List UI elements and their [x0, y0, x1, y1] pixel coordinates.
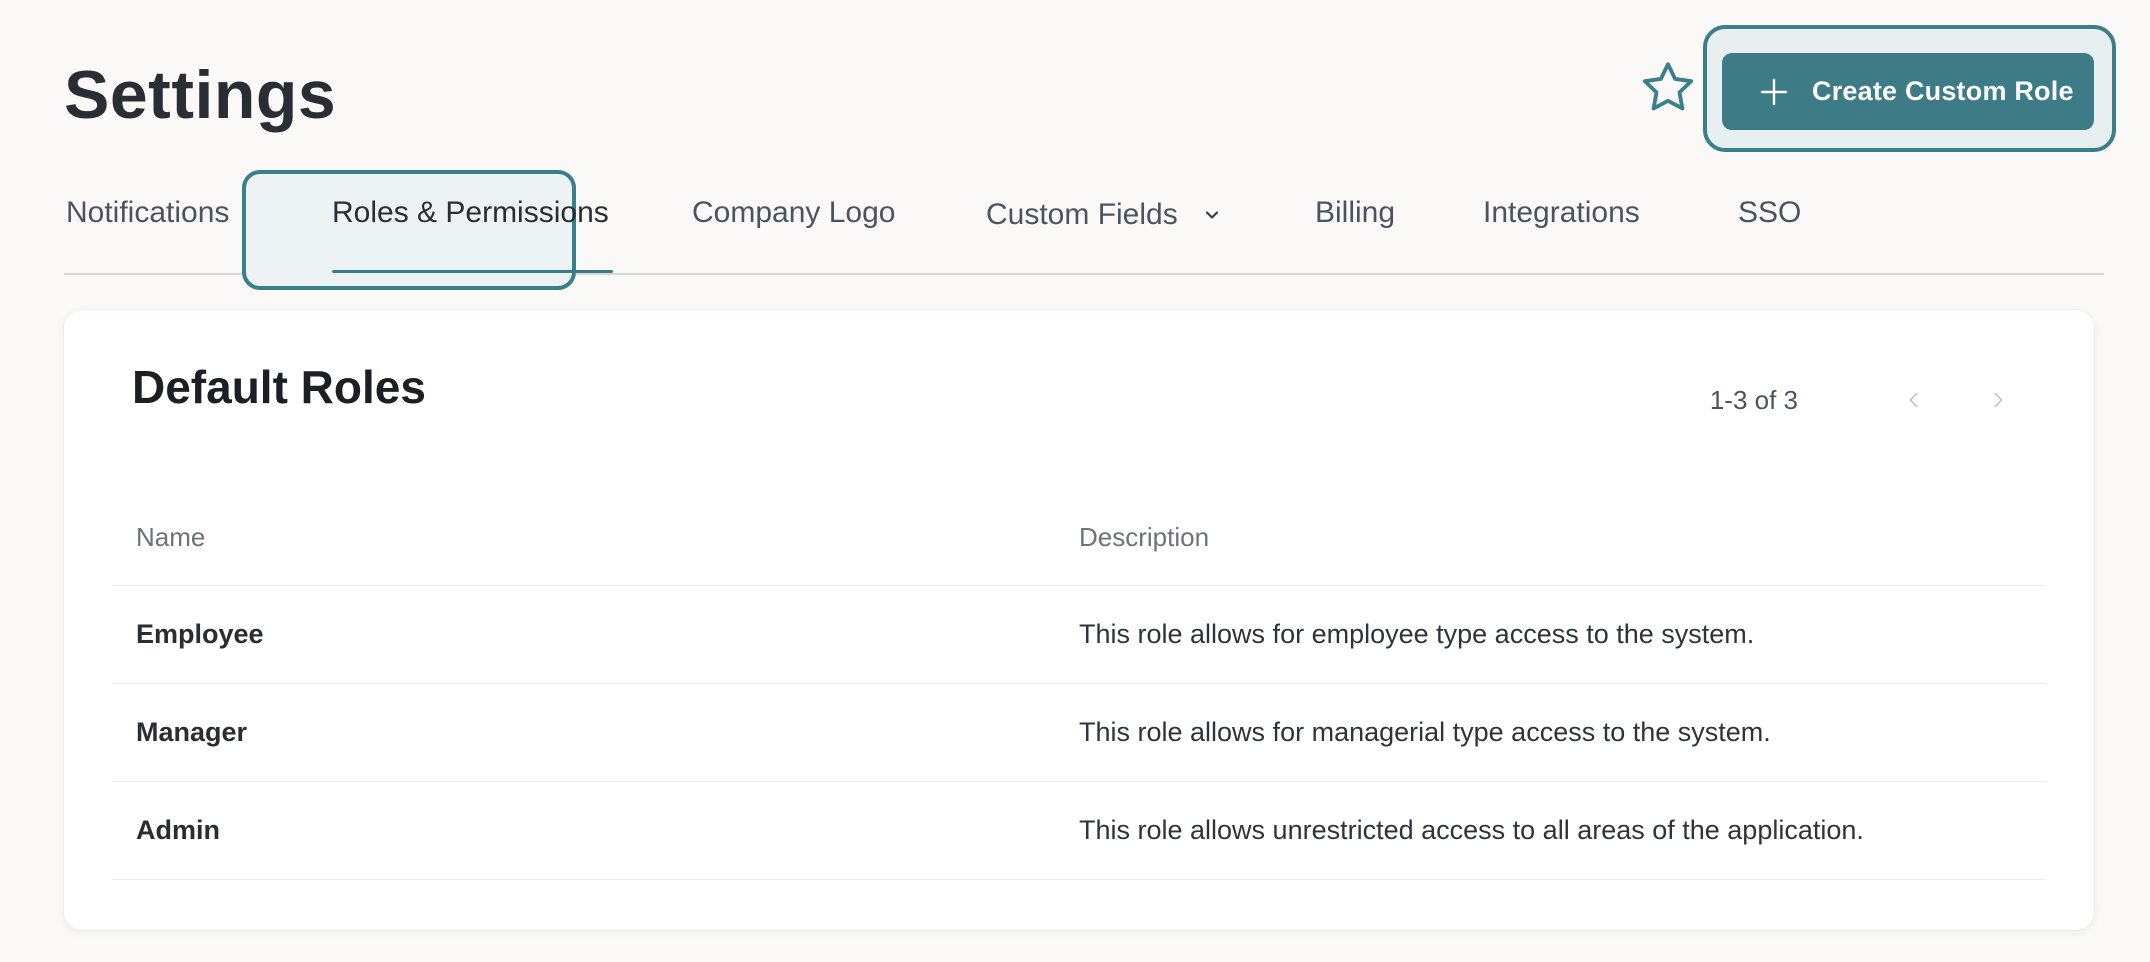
tab-sso[interactable]: SSO — [1738, 196, 1801, 230]
tab-label: Roles & Permissions — [332, 196, 609, 229]
create-custom-role-label: Create Custom Role — [1812, 76, 2074, 106]
tab-company-logo[interactable]: Company Logo — [692, 196, 895, 230]
tab-label: Company Logo — [692, 196, 896, 229]
column-header-name: Name — [136, 522, 206, 552]
tab-roles-permissions[interactable]: Roles & Permissions — [332, 196, 609, 230]
role-description: This role allows for employee type acces… — [1079, 619, 1755, 649]
pagination-count: 1-3 of 3 — [1709, 384, 1798, 415]
create-custom-role-button[interactable]: Create Custom Role — [1722, 53, 2094, 130]
chevron-down-icon — [1202, 199, 1222, 233]
active-tab-underline — [332, 270, 613, 273]
chevron-left-icon — [1909, 392, 1918, 408]
role-description: This role allows for managerial type acc… — [1079, 717, 1771, 747]
tab-label: Integrations — [1483, 196, 1640, 229]
next-page-button[interactable] — [1978, 380, 2018, 420]
chevron-right-icon — [1994, 392, 2003, 408]
table-row[interactable]: Manager This role allows for managerial … — [112, 684, 2046, 782]
default-roles-card: Default Roles 1-3 of 3 Name Description … — [64, 310, 2094, 930]
tab-billing[interactable]: Billing — [1315, 196, 1395, 230]
star-icon[interactable] — [1636, 56, 1700, 120]
table-header: Name Description — [112, 490, 2046, 586]
role-name: Manager — [136, 717, 248, 747]
card-title: Default Roles — [132, 361, 426, 413]
pagination: 1-3 of 3 — [1710, 380, 2018, 420]
role-name: Employee — [136, 619, 264, 649]
tab-custom-fields[interactable]: Custom Fields — [986, 198, 1222, 233]
table-row[interactable]: Employee This role allows for employee t… — [112, 586, 2046, 684]
page-title: Settings — [64, 57, 337, 133]
plus-icon — [1756, 74, 1792, 110]
tab-label: SSO — [1738, 196, 1802, 229]
settings-tabs: Notifications Roles & Permissions Compan… — [64, 170, 2104, 290]
tab-label: Custom Fields — [986, 198, 1178, 231]
roles-table: Name Description Employee This role allo… — [112, 490, 2046, 880]
settings-page: Settings Create Custom Role Notification… — [0, 0, 2150, 962]
tab-label: Billing — [1315, 196, 1396, 229]
previous-page-button[interactable] — [1894, 380, 1934, 420]
role-description: This role allows unrestricted access to … — [1079, 815, 1864, 845]
tab-notifications[interactable]: Notifications — [66, 196, 229, 230]
role-name: Admin — [136, 815, 220, 845]
table-row[interactable]: Admin This role allows unrestricted acce… — [112, 782, 2046, 880]
tab-integrations[interactable]: Integrations — [1483, 196, 1640, 230]
column-header-description: Description — [1079, 522, 1210, 552]
tab-label: Notifications — [66, 196, 230, 229]
